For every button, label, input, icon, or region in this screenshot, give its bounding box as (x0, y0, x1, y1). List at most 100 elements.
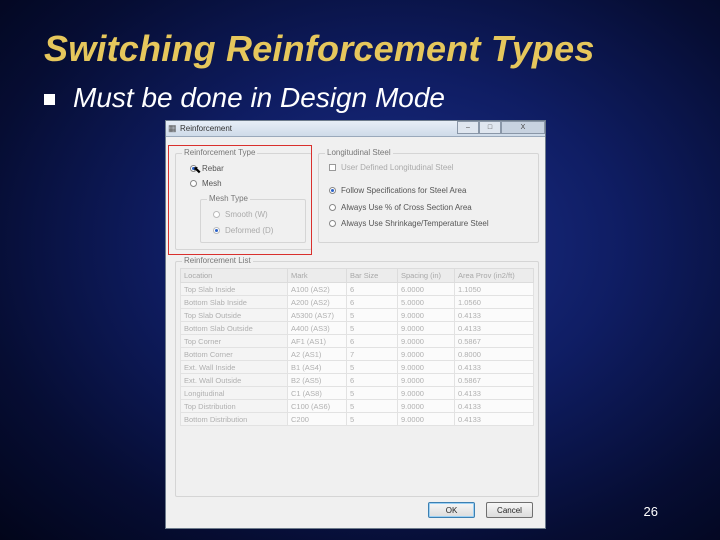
table-cell[interactable]: 0.4133 (454, 399, 534, 413)
table-row[interactable]: Bottom Slab Outside A400 (AS3) 5 9.0000 0.41… (180, 321, 534, 335)
table-cell[interactable]: AF1 (AS1) (287, 334, 347, 348)
table-cell[interactable]: A2 (AS1) (287, 347, 347, 361)
table-cell[interactable]: 5.0000 (397, 295, 455, 309)
table-cell[interactable]: 1.0560 (454, 295, 534, 309)
table-cell[interactable]: 9.0000 (397, 360, 455, 374)
table-row[interactable]: Top Slab Outside A5300 (AS7) 5 9.0000 0.4133 (180, 308, 534, 322)
table-cell[interactable]: Top Corner (180, 334, 288, 348)
ok-button[interactable]: OK (428, 502, 475, 518)
table-cell[interactable]: 9.0000 (397, 373, 455, 387)
table-cell[interactable]: C200 (287, 412, 347, 426)
table-cell[interactable]: 0.8000 (454, 347, 534, 361)
table-cell[interactable]: 5 (346, 386, 398, 400)
table-cell[interactable]: Top Slab Outside (180, 308, 288, 322)
table-cell[interactable]: 0.4133 (454, 308, 534, 322)
table-cell[interactable]: A5300 (AS7) (287, 308, 347, 322)
always-use-pct-radio-option[interactable]: Always Use % of Cross Section Area (329, 203, 472, 212)
table-cell[interactable]: B2 (AS5) (287, 373, 347, 387)
user-defined-label: User Defined Longitudinal Steel (341, 163, 454, 172)
table-cell[interactable]: 5 (346, 321, 398, 335)
table-cell[interactable]: Ext. Wall Inside (180, 360, 288, 374)
slide-title: Switching Reinforcement Types (44, 28, 595, 69)
table-cell[interactable]: 9.0000 (397, 399, 455, 413)
table-cell[interactable]: 9.0000 (397, 308, 455, 322)
always-use-shrinkage-radio[interactable] (329, 220, 336, 227)
table-cell[interactable]: 9.0000 (397, 347, 455, 361)
bullet-marker-icon (44, 93, 55, 105)
table-cell[interactable]: A400 (AS3) (287, 321, 347, 335)
follow-specs-label: Follow Specifications for Steel Area (341, 186, 467, 195)
table-cell[interactable]: Bottom Slab Outside (180, 321, 288, 335)
cancel-button[interactable]: Cancel (486, 502, 533, 518)
follow-specs-radio-option[interactable]: Follow Specifications for Steel Area (329, 186, 466, 195)
table-cell[interactable]: 0.5867 (454, 334, 534, 348)
table-cell[interactable]: 0.4133 (454, 321, 534, 335)
table-row[interactable]: Bottom Distribution C200 5 9.0000 0.4133 (180, 412, 534, 426)
table-cell[interactable]: 1.1050 (454, 282, 534, 296)
table-row[interactable]: Top Slab Inside A100 (AS2) 6 6.0000 1.1050 (180, 282, 534, 296)
table-cell[interactable]: 5 (346, 308, 398, 322)
table-cell[interactable]: A200 (AS2) (287, 295, 347, 309)
table-cell[interactable]: Ext. Wall Outside (180, 373, 288, 387)
table-row[interactable]: Bottom Corner A2 (AS1) 7 9.0000 0.8000 (180, 347, 534, 361)
column-header[interactable]: Mark (287, 268, 347, 283)
column-header[interactable]: Location (180, 268, 288, 283)
longitudinal-steel-label: Longitudinal Steel (325, 148, 393, 157)
table-body: Top Slab Inside A100 (AS2) 6 6.0000 1.1050 Bo… (180, 282, 534, 426)
table-cell[interactable]: 9.0000 (397, 386, 455, 400)
column-header[interactable]: Bar Size (346, 268, 398, 283)
minimize-button[interactable]: – (457, 121, 479, 134)
table-cell[interactable]: 9.0000 (397, 321, 455, 335)
maximize-button[interactable]: □ (479, 121, 501, 134)
reinforcement-list-group: Reinforcement List Location Mark Bar Siz… (175, 256, 539, 497)
table-cell[interactable]: B1 (AS4) (287, 360, 347, 374)
table-cell[interactable]: 7 (346, 347, 398, 361)
table-cell[interactable]: A100 (AS2) (287, 282, 347, 296)
always-use-pct-label: Always Use % of Cross Section Area (341, 203, 472, 212)
table-cell[interactable]: Bottom Distribution (180, 412, 288, 426)
page-number: 26 (643, 504, 658, 519)
table-header-row: Location Mark Bar Size Spacing (in) Area… (180, 268, 534, 283)
close-button[interactable]: X (501, 121, 545, 134)
table-cell[interactable]: 6 (346, 295, 398, 309)
table-cell[interactable]: 0.5867 (454, 373, 534, 387)
user-defined-checkbox-option[interactable]: User Defined Longitudinal Steel (329, 163, 454, 172)
table-cell[interactable]: 6 (346, 334, 398, 348)
dialog-titlebar[interactable]: ▦ Reinforcement – □ X (166, 121, 545, 137)
table-cell[interactable]: 6.0000 (397, 282, 455, 296)
table-cell[interactable]: C100 (AS6) (287, 399, 347, 413)
table-cell[interactable]: 0.4133 (454, 412, 534, 426)
table-cell[interactable]: Top Slab Inside (180, 282, 288, 296)
table-cell[interactable]: 5 (346, 399, 398, 413)
always-use-shrinkage-label: Always Use Shrinkage/Temperature Steel (341, 219, 489, 228)
table-cell[interactable]: 6 (346, 282, 398, 296)
reinforcement-dialog: ▦ Reinforcement – □ X Reinforcement Type… (165, 120, 546, 529)
table-cell[interactable]: 0.4133 (454, 386, 534, 400)
longitudinal-steel-group: Longitudinal Steel User Defined Longitud… (318, 148, 539, 243)
table-cell[interactable]: Bottom Corner (180, 347, 288, 361)
table-cell[interactable]: 6 (346, 373, 398, 387)
user-defined-checkbox[interactable] (329, 164, 336, 171)
column-header[interactable]: Spacing (in) (397, 268, 455, 283)
table-row[interactable]: Ext. Wall Outside B2 (AS5) 6 9.0000 0.5867 (180, 373, 534, 387)
table-cell[interactable]: 5 (346, 360, 398, 374)
table-row[interactable]: Longitudinal C1 (AS8) 5 9.0000 0.4133 (180, 386, 534, 400)
column-header[interactable]: Area Prov (in2/ft) (454, 268, 534, 283)
table-row[interactable]: Top Distribution C100 (AS6) 5 9.0000 0.4133 (180, 399, 534, 413)
window-controls: – □ X (457, 121, 545, 134)
table-cell[interactable]: C1 (AS8) (287, 386, 347, 400)
table-cell[interactable]: Longitudinal (180, 386, 288, 400)
table-cell[interactable]: 0.4133 (454, 360, 534, 374)
table-cell[interactable]: 9.0000 (397, 412, 455, 426)
table-row[interactable]: Bottom Slab Inside A200 (AS2) 6 5.0000 1.056… (180, 295, 534, 309)
always-use-shrinkage-radio-option[interactable]: Always Use Shrinkage/Temperature Steel (329, 219, 489, 228)
table-cell[interactable]: 9.0000 (397, 334, 455, 348)
highlight-annotation (168, 145, 312, 255)
table-row[interactable]: Top Corner AF1 (AS1) 6 9.0000 0.5867 (180, 334, 534, 348)
table-cell[interactable]: Bottom Slab Inside (180, 295, 288, 309)
always-use-pct-radio[interactable] (329, 204, 336, 211)
table-row[interactable]: Ext. Wall Inside B1 (AS4) 5 9.0000 0.4133 (180, 360, 534, 374)
table-cell[interactable]: 5 (346, 412, 398, 426)
table-cell[interactable]: Top Distribution (180, 399, 288, 413)
follow-specs-radio[interactable] (329, 187, 336, 194)
